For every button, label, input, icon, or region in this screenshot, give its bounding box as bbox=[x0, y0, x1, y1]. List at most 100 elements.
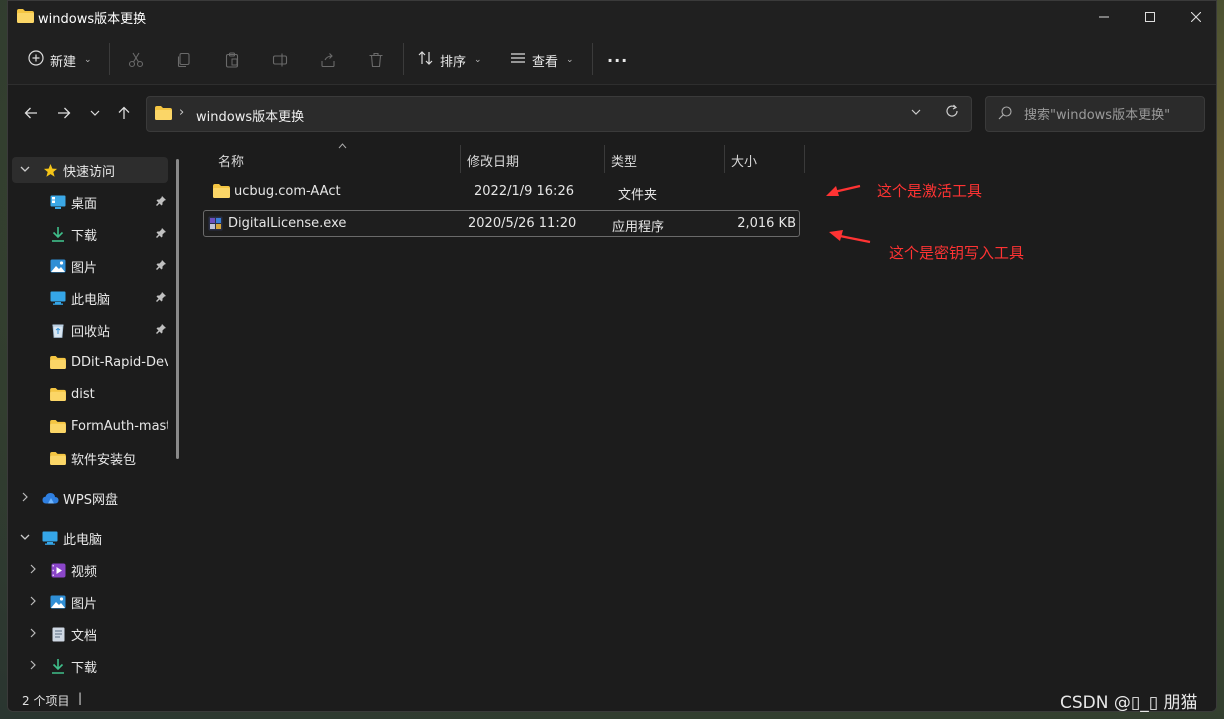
sidebar-item-label: 回收站 bbox=[71, 324, 111, 340]
table-row[interactable]: ucbug.com-AAct 2022/1/9 16:26 文件夹 bbox=[203, 179, 800, 206]
column-header-size[interactable]: 大小 bbox=[731, 151, 757, 170]
sidebar-item-label: 视频 bbox=[71, 564, 98, 580]
back-button[interactable] bbox=[20, 102, 42, 124]
chevron-down-icon: ⌄ bbox=[84, 55, 92, 65]
view-button[interactable]: 查看 ⌄ bbox=[510, 45, 574, 75]
chevron-down-icon[interactable] bbox=[18, 532, 32, 545]
sidebar-item-label: 文档 bbox=[71, 628, 98, 644]
computer-icon bbox=[49, 289, 67, 307]
computer-icon bbox=[41, 529, 59, 547]
delete-icon[interactable] bbox=[364, 48, 388, 72]
pictures-icon bbox=[49, 593, 67, 611]
column-header-date[interactable]: 修改日期 bbox=[467, 151, 519, 170]
pin-icon[interactable] bbox=[156, 195, 166, 209]
pin-icon[interactable] bbox=[156, 227, 166, 241]
window-title: windows版本更换 bbox=[38, 12, 147, 27]
paste-icon[interactable] bbox=[220, 48, 244, 72]
file-name: DigitalLicense.exe bbox=[228, 216, 347, 231]
folder-icon bbox=[49, 353, 67, 371]
sidebar-item-documents[interactable]: 文档 bbox=[12, 621, 168, 647]
search-input[interactable] bbox=[1024, 105, 1194, 125]
refresh-icon[interactable] bbox=[945, 104, 959, 122]
sidebar-item-label: 图片 bbox=[71, 596, 98, 612]
toolbar-divider bbox=[592, 43, 593, 75]
sidebar-item-recycle-bin[interactable]: 回收站 bbox=[12, 317, 168, 343]
sidebar-item-recent-folder[interactable]: dist bbox=[12, 381, 168, 407]
sidebar-item-label: 快速访问 bbox=[63, 164, 116, 180]
toolbar-divider bbox=[403, 43, 404, 75]
arrow-left-icon bbox=[24, 107, 37, 119]
pin-icon[interactable] bbox=[156, 291, 166, 305]
file-type: 应用程序 bbox=[612, 220, 665, 235]
sidebar-item-quick-access[interactable]: 快速访问 bbox=[12, 157, 168, 183]
sidebar-item-recent-folder[interactable]: DDit-Rapid-Develop bbox=[12, 349, 168, 375]
sidebar-item-pictures[interactable]: 图片 bbox=[12, 253, 168, 279]
column-header-type[interactable]: 类型 bbox=[611, 151, 637, 170]
sidebar-item-wps-drive[interactable]: WPS网盘 bbox=[12, 485, 168, 511]
chevron-right-icon[interactable] bbox=[26, 660, 40, 673]
sidebar-item-label: 此电脑 bbox=[63, 532, 103, 548]
new-button[interactable]: 新建 ⌄ bbox=[28, 45, 92, 75]
column-divider[interactable] bbox=[604, 145, 605, 173]
maximize-button[interactable] bbox=[1127, 1, 1173, 33]
arrow-up-icon bbox=[118, 106, 130, 119]
close-button[interactable] bbox=[1173, 1, 1216, 33]
forward-button[interactable] bbox=[53, 102, 75, 124]
search-box[interactable] bbox=[985, 96, 1205, 132]
chevron-right-icon[interactable] bbox=[26, 628, 40, 641]
recycle-bin-icon bbox=[49, 321, 67, 339]
column-header-name[interactable]: 名称 bbox=[218, 151, 244, 170]
download-icon bbox=[49, 225, 67, 243]
cut-icon[interactable] bbox=[124, 48, 148, 72]
more-options-button[interactable]: ··· bbox=[607, 45, 628, 75]
annotation-arrow-icon bbox=[829, 230, 871, 244]
recent-locations-button[interactable] bbox=[84, 102, 106, 124]
command-bar: 新建 ⌄ 排序 ⌄ 查看 ⌄ ··· bbox=[8, 33, 1216, 85]
minimize-button[interactable] bbox=[1081, 1, 1127, 33]
pin-icon[interactable] bbox=[156, 259, 166, 273]
chevron-right-icon[interactable] bbox=[26, 564, 40, 577]
view-button-label: 查看 bbox=[532, 54, 559, 70]
chevron-down-icon[interactable] bbox=[911, 107, 921, 120]
table-row[interactable]: DigitalLicense.exe 2020/5/26 11:20 应用程序 … bbox=[203, 210, 800, 237]
sidebar-item-recent-folder[interactable]: 软件安装包 bbox=[12, 445, 168, 471]
chevron-right-icon[interactable] bbox=[18, 492, 32, 505]
address-bar[interactable]: › windows版本更换 bbox=[146, 96, 972, 132]
sidebar-item-videos[interactable]: 视频 bbox=[12, 557, 168, 583]
share-icon[interactable] bbox=[316, 48, 340, 72]
folder-icon bbox=[49, 385, 67, 403]
address-row: › windows版本更换 bbox=[8, 86, 1216, 141]
up-button[interactable] bbox=[113, 102, 135, 124]
document-icon bbox=[49, 625, 67, 643]
column-divider[interactable] bbox=[724, 145, 725, 173]
chevron-down-icon: ⌄ bbox=[474, 55, 482, 65]
star-icon bbox=[41, 161, 59, 179]
breadcrumb-current-folder[interactable]: windows版本更换 bbox=[196, 106, 304, 125]
sidebar-item-desktop[interactable]: 桌面 bbox=[12, 189, 168, 215]
column-divider[interactable] bbox=[460, 145, 461, 173]
sidebar-item-label: 此电脑 bbox=[71, 292, 111, 308]
search-icon bbox=[998, 106, 1012, 124]
sidebar-scrollbar[interactable] bbox=[176, 159, 179, 459]
chevron-down-icon[interactable] bbox=[18, 164, 32, 177]
sidebar-item-recent-folder[interactable]: FormAuth-master bbox=[12, 413, 168, 439]
status-divider: | bbox=[78, 691, 83, 705]
download-icon bbox=[49, 657, 67, 675]
sidebar-item-pc-pictures[interactable]: 图片 bbox=[12, 589, 168, 615]
rename-icon[interactable] bbox=[268, 48, 292, 72]
sidebar-item-pc-downloads[interactable]: 下载 bbox=[12, 653, 168, 679]
toolbar-divider bbox=[109, 43, 110, 75]
sidebar-item-downloads[interactable]: 下载 bbox=[12, 221, 168, 247]
sidebar-item-this-pc[interactable]: 此电脑 bbox=[12, 525, 168, 551]
sort-button[interactable]: 排序 ⌄ bbox=[418, 45, 482, 75]
sidebar-item-label: 桌面 bbox=[71, 196, 98, 212]
column-divider[interactable] bbox=[804, 145, 805, 173]
copy-icon[interactable] bbox=[172, 48, 196, 72]
pin-icon[interactable] bbox=[156, 323, 166, 337]
item-count: 2 个项目 bbox=[22, 694, 70, 708]
file-date: 2020/5/26 11:20 bbox=[468, 216, 577, 231]
application-icon bbox=[208, 216, 223, 235]
chevron-right-icon[interactable] bbox=[26, 596, 40, 609]
annotation-key-writer-tool: 这个是密钥写入工具 bbox=[889, 244, 1025, 262]
sidebar-item-this-pc-pinned[interactable]: 此电脑 bbox=[12, 285, 168, 311]
